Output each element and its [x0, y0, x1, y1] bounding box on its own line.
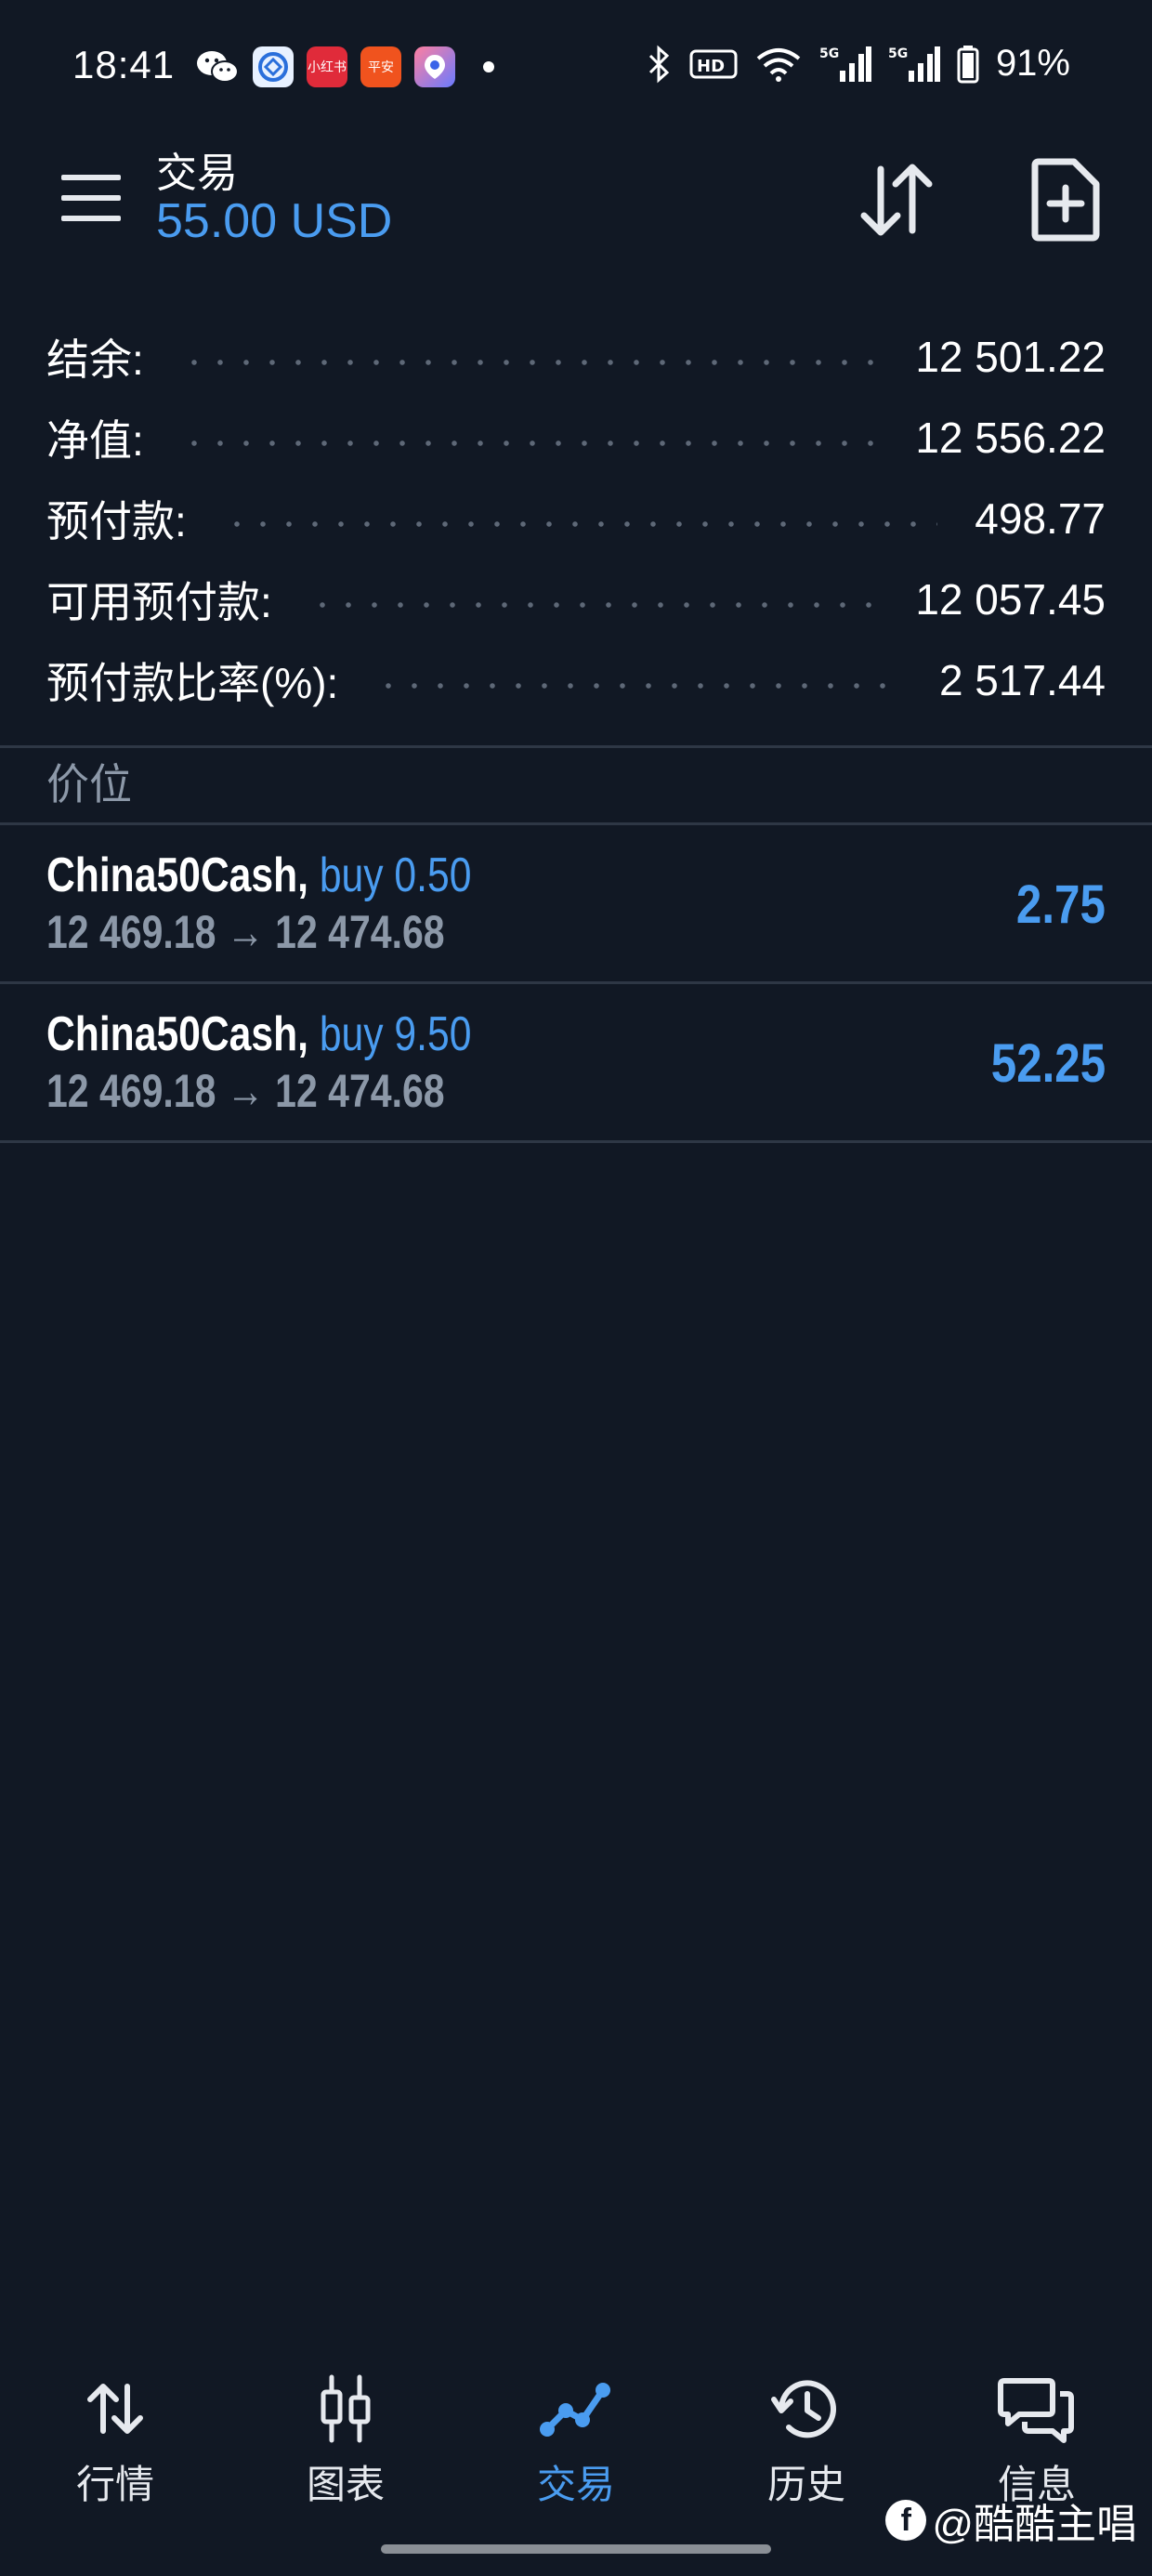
dotted-leader [180, 359, 879, 365]
messages-icon [998, 2378, 1074, 2443]
position-symbol: China50Cash, [46, 848, 308, 902]
watermark-text: @酷酷主唱 [932, 2502, 1137, 2547]
nav-label: 历史 [766, 2463, 845, 2506]
nav-label: 行情 [75, 2463, 154, 2506]
watermark-logo-icon: f [885, 2500, 927, 2541]
summary-row-free-margin: 可用预付款: 12 057.45 [0, 559, 1152, 639]
dotted-leader [375, 682, 902, 689]
app-icon [414, 46, 455, 87]
trade-icon [540, 2383, 610, 2437]
summary-row-equity: 净值: 12 556.22 [0, 397, 1152, 478]
floating-profit: 55.00 USD [156, 194, 393, 248]
sort-icon[interactable] [855, 158, 938, 242]
watermark: f @酷酷主唱 [885, 2491, 1137, 2550]
position-profit: 52.25 [990, 1033, 1106, 1094]
dotted-leader [180, 440, 879, 446]
app-icon [253, 46, 294, 87]
position-symbol: China50Cash, [46, 1007, 308, 1061]
nav-label: 交易 [536, 2463, 615, 2506]
summary-value: 498.77 [975, 493, 1106, 543]
summary-label: 预付款比率(%): [46, 658, 339, 707]
page-title: 交易 [156, 151, 238, 196]
system-status: HD 5G 5G 91% [647, 43, 1070, 85]
svg-text:5G: 5G [819, 46, 839, 61]
svg-text:HD: HD [697, 57, 725, 76]
position-title: China50Cash, buy 9.50 [46, 1006, 471, 1062]
xiaohongshu-icon: 小红书 [307, 46, 347, 87]
position-side: buy 0.50 [319, 848, 472, 902]
chart-icon [321, 2374, 371, 2443]
wechat-icon [197, 51, 239, 83]
positions-list: China50Cash, buy 0.50 12 469.18 → 12 474… [0, 825, 1152, 1143]
cellular-signal-icon: 5G [819, 46, 871, 82]
summary-value: 12 057.45 [915, 574, 1106, 624]
summary-label: 净值: [46, 415, 144, 465]
position-profit: 2.75 [1016, 874, 1106, 935]
position-row[interactable]: China50Cash, buy 9.50 12 469.18 → 12 474… [0, 984, 1152, 1140]
hd-voice-icon: HD [689, 49, 738, 78]
nav-trade[interactable]: 交易 [461, 2359, 691, 2518]
summary-row-margin: 预付款: 498.77 [0, 478, 1152, 559]
svg-text:5G: 5G [888, 46, 908, 61]
more-notifications-dot [483, 61, 494, 72]
summary-value: 2 517.44 [938, 655, 1106, 704]
battery-icon [957, 45, 979, 83]
summary-row-balance: 结余: 12 501.22 [0, 316, 1152, 397]
pingan-bank-icon: 平安 [360, 46, 401, 87]
battery-percent: 91% [995, 43, 1070, 84]
app-header: 交易 55.00 USD [0, 139, 1152, 297]
nav-label: 图表 [306, 2463, 385, 2506]
summary-label: 结余: [46, 335, 144, 384]
menu-icon[interactable] [61, 175, 121, 221]
new-order-icon[interactable] [1029, 158, 1104, 242]
summary-value: 12 501.22 [915, 332, 1106, 381]
home-indicator[interactable] [381, 2544, 771, 2554]
divider [0, 1140, 1152, 1143]
summary-label: 预付款: [46, 496, 187, 545]
cellular-signal-icon: 5G [888, 46, 940, 82]
position-row[interactable]: China50Cash, buy 0.50 12 469.18 → 12 474… [0, 825, 1152, 981]
summary-row-margin-level: 预付款比率(%): 2 517.44 [0, 639, 1152, 720]
position-prices: 12 469.18 → 12 474.68 [46, 906, 445, 958]
bluetooth-icon [648, 45, 670, 83]
notification-icons: 小红书 平安 [195, 46, 494, 87]
wifi-icon [756, 47, 801, 82]
summary-value: 12 556.22 [915, 413, 1106, 462]
dotted-leader [308, 601, 879, 608]
nav-quotes[interactable]: 行情 [0, 2359, 230, 2518]
dotted-leader [223, 520, 938, 527]
history-icon [771, 2380, 836, 2438]
account-summary: 结余: 12 501.22 净值: 12 556.22 预付款: 498.77 … [0, 316, 1152, 720]
position-prices: 12 469.18 → 12 474.68 [46, 1065, 445, 1117]
nav-chart[interactable]: 图表 [230, 2359, 461, 2518]
status-bar: 18:41 小红书 平安 HD 5G 5G 91% [0, 0, 1152, 139]
section-title: 价位 [46, 760, 132, 808]
quotes-icon [87, 2384, 143, 2434]
divider [0, 745, 1152, 748]
position-title: China50Cash, buy 0.50 [46, 848, 471, 903]
summary-label: 可用预付款: [46, 577, 272, 626]
status-time: 18:41 [72, 43, 176, 86]
position-side: buy 9.50 [319, 1007, 472, 1061]
